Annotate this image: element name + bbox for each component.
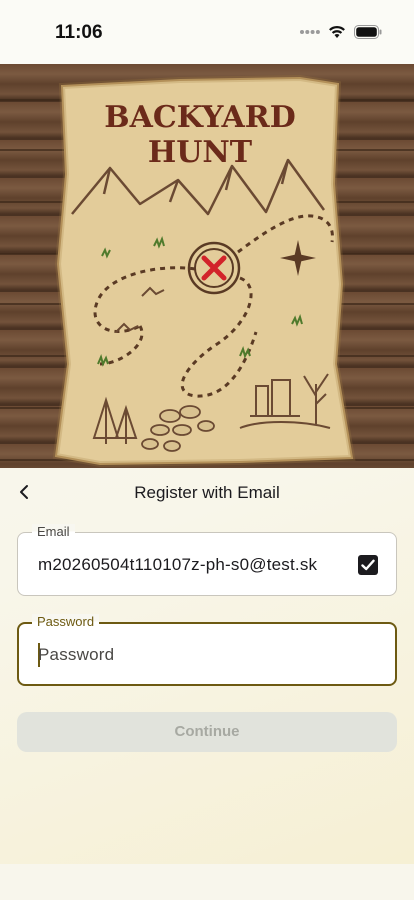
wifi-icon: [329, 26, 345, 38]
dots-icon: [300, 30, 320, 34]
password-field[interactable]: Password Password: [17, 614, 397, 686]
status-icons: [300, 25, 382, 39]
hero-image: BACKYARD HUNT: [0, 64, 414, 468]
email-label: Email: [32, 524, 75, 539]
bottom-area: [0, 864, 414, 900]
password-label: Password: [32, 614, 100, 629]
email-field[interactable]: Email m20260504t110107z-ph-s0@test.sk: [17, 524, 397, 596]
password-placeholder[interactable]: Password: [38, 645, 114, 665]
battery-icon: [354, 25, 382, 39]
status-time: 11:06: [55, 22, 103, 43]
checkmark-icon: [361, 559, 375, 571]
status-bar: 11:06: [0, 0, 414, 64]
email-valid-checkbox[interactable]: [358, 555, 378, 575]
email-value[interactable]: m20260504t110107z-ph-s0@test.sk: [38, 555, 317, 575]
header: Register with Email: [0, 468, 414, 516]
page-title: Register with Email: [134, 483, 280, 502]
continue-button[interactable]: Continue: [17, 712, 397, 752]
map-title: BACKYARD HUNT: [104, 100, 296, 170]
